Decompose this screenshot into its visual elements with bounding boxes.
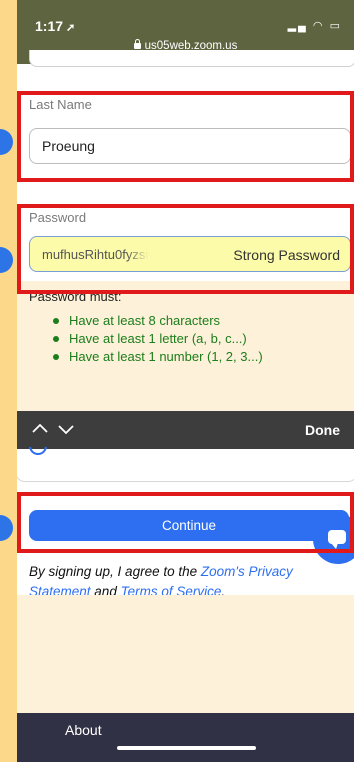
battery-icon: ▭ [329,20,342,32]
left-background-strip [0,0,17,762]
requirement-item: Have at least 1 number (1, 2, 3...) [53,348,263,366]
lock-icon [133,39,141,49]
password-requirements-list: Have at least 8 characters Have at least… [53,312,263,366]
annotation-box-continue [17,492,354,553]
home-indicator [117,746,256,750]
system-icons: ▂▄ ◠ ▭ [288,19,342,32]
requirement-item: Have at least 1 letter (a, b, c...) [53,330,263,348]
radio-option-partial[interactable] [29,447,119,455]
chevron-up-icon[interactable] [31,420,49,438]
done-button[interactable]: Done [305,422,340,438]
location-arrow-icon: ➚ [66,22,76,34]
wifi-icon: ◠ [312,20,325,32]
empty-page-area [17,595,354,713]
annotation-box-password [17,204,354,294]
status-time: 1:17 ➚ [35,18,75,34]
previous-field-edge [29,50,354,67]
requirement-item: Have at least 8 characters [53,312,263,330]
keyboard-accessory-bar: Done [17,411,354,449]
time-text: 1:17 [35,18,64,34]
chevron-down-icon[interactable] [57,420,75,438]
signal-icon: ▂▄ [287,20,308,32]
legal-prefix: By signing up, I agree to the [29,564,201,579]
annotation-box-last-name [17,91,354,182]
about-link[interactable]: About [65,722,102,738]
form-card-bottom-edge [17,463,354,482]
